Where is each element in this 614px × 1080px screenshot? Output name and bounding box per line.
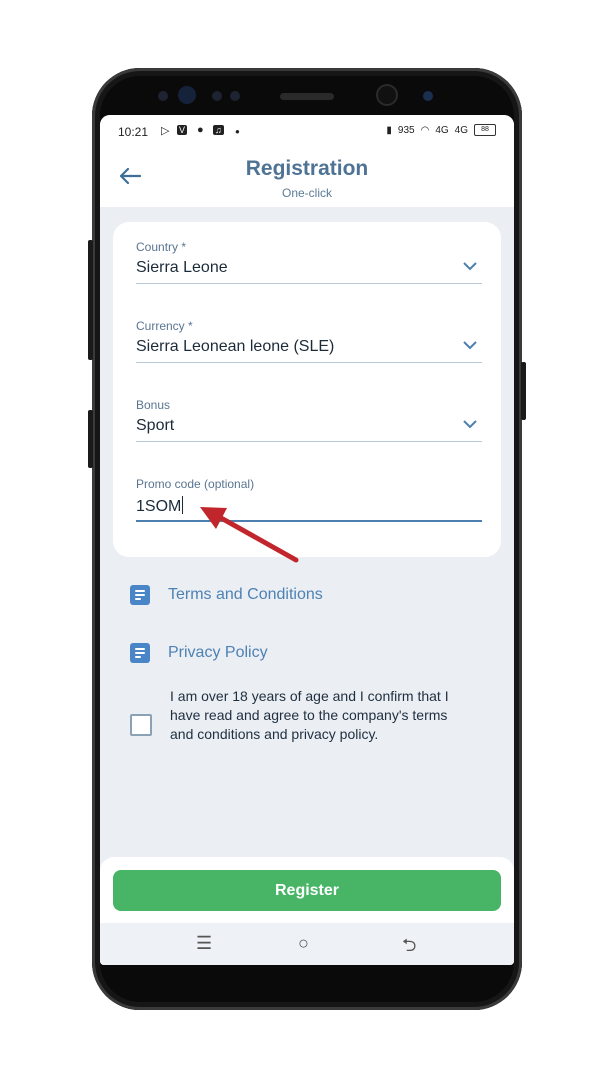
promo-code-field[interactable]: 1SOM xyxy=(136,496,482,518)
back-nav-icon[interactable]: ⮌ xyxy=(402,933,416,963)
dot-icon: ● xyxy=(235,127,240,136)
home-icon[interactable]: ○ xyxy=(298,933,309,954)
signal-4g-icon: 4G xyxy=(454,124,468,136)
front-camera-icon xyxy=(178,86,196,104)
bonus-select[interactable]: Bonus Sport xyxy=(136,398,482,442)
text-cursor xyxy=(182,496,184,514)
vibrate-icon: ▮ xyxy=(386,124,392,136)
chevron-down-icon xyxy=(463,341,477,350)
recent-apps-icon[interactable]: ☰ xyxy=(196,933,212,954)
currency-select[interactable]: Currency * Sierra Leonean leone (SLE) xyxy=(136,319,482,363)
vpn-icon: V xyxy=(177,125,188,135)
status-time: 10:21 xyxy=(118,125,149,139)
sensor-icon xyxy=(212,91,222,101)
age-agreement: I am over 18 years of age and I confirm … xyxy=(130,687,460,744)
page-title: Registration xyxy=(245,157,369,180)
wifi-icon: ◠ xyxy=(420,124,430,136)
agree-text: I am over 18 years of age and I confirm … xyxy=(170,688,449,742)
android-nav-bar: ☰ ○ ⮌ xyxy=(100,923,514,965)
power-button xyxy=(521,362,526,420)
registration-form-card: Country * Sierra Leone Currency * Sierra… xyxy=(113,222,501,557)
sensor-icon xyxy=(230,91,240,101)
currency-value: Sierra Leonean leone (SLE) xyxy=(136,338,335,355)
privacy-link[interactable]: Privacy Policy xyxy=(130,643,268,663)
status-right-icons: ▮ 935 ◠ 4G 4G 88 xyxy=(386,124,496,136)
field-underline-active xyxy=(136,520,482,522)
chevron-down-icon xyxy=(463,262,477,271)
status-bar: 10:21 ▷ V ● ♫ ● ▮ 935 ◠ 4G 4G 88 xyxy=(100,115,514,149)
signal-4g-icon: 4G xyxy=(435,124,449,136)
bixby-button xyxy=(88,410,93,468)
bonus-label: Bonus xyxy=(136,398,171,412)
country-label: Country * xyxy=(136,240,187,254)
battery-icon: 88 xyxy=(474,124,496,136)
bonus-value: Sport xyxy=(136,417,175,434)
terms-link[interactable]: Terms and Conditions xyxy=(130,585,323,605)
chevron-down-icon xyxy=(463,420,477,429)
promo-code-label: Promo code (optional) xyxy=(136,477,255,491)
header: Registration One-click xyxy=(100,149,514,207)
proximity-sensor-icon xyxy=(423,91,433,101)
document-icon xyxy=(130,643,150,663)
country-select[interactable]: Country * Sierra Leone xyxy=(136,240,482,284)
terms-link-label: Terms and Conditions xyxy=(168,586,323,603)
music-icon: ♫ xyxy=(213,125,224,135)
country-value: Sierra Leone xyxy=(136,259,228,276)
field-underline xyxy=(136,441,482,442)
document-icon xyxy=(130,585,150,605)
field-underline xyxy=(136,283,482,284)
promo-code-value: 1SOM xyxy=(136,498,182,515)
field-underline xyxy=(136,362,482,363)
currency-label: Currency * xyxy=(136,319,193,333)
app-screen: 10:21 ▷ V ● ♫ ● ▮ 935 ◠ 4G 4G 88 Registr… xyxy=(100,115,514,965)
iris-camera-icon xyxy=(378,86,396,104)
dot-icon: ● xyxy=(197,124,204,136)
page-subtitle: One-click xyxy=(281,186,332,200)
privacy-link-label: Privacy Policy xyxy=(168,644,268,661)
earpiece-speaker xyxy=(280,93,334,100)
agree-checkbox[interactable] xyxy=(130,714,152,736)
sensor-icon xyxy=(158,91,168,101)
volume-button xyxy=(88,240,93,360)
promo-code-input[interactable]: Promo code (optional) 1SOM xyxy=(136,477,482,522)
media-icon: ▷ xyxy=(161,125,170,137)
register-button[interactable]: Register xyxy=(113,870,501,911)
net-speed: 935 xyxy=(397,124,415,136)
